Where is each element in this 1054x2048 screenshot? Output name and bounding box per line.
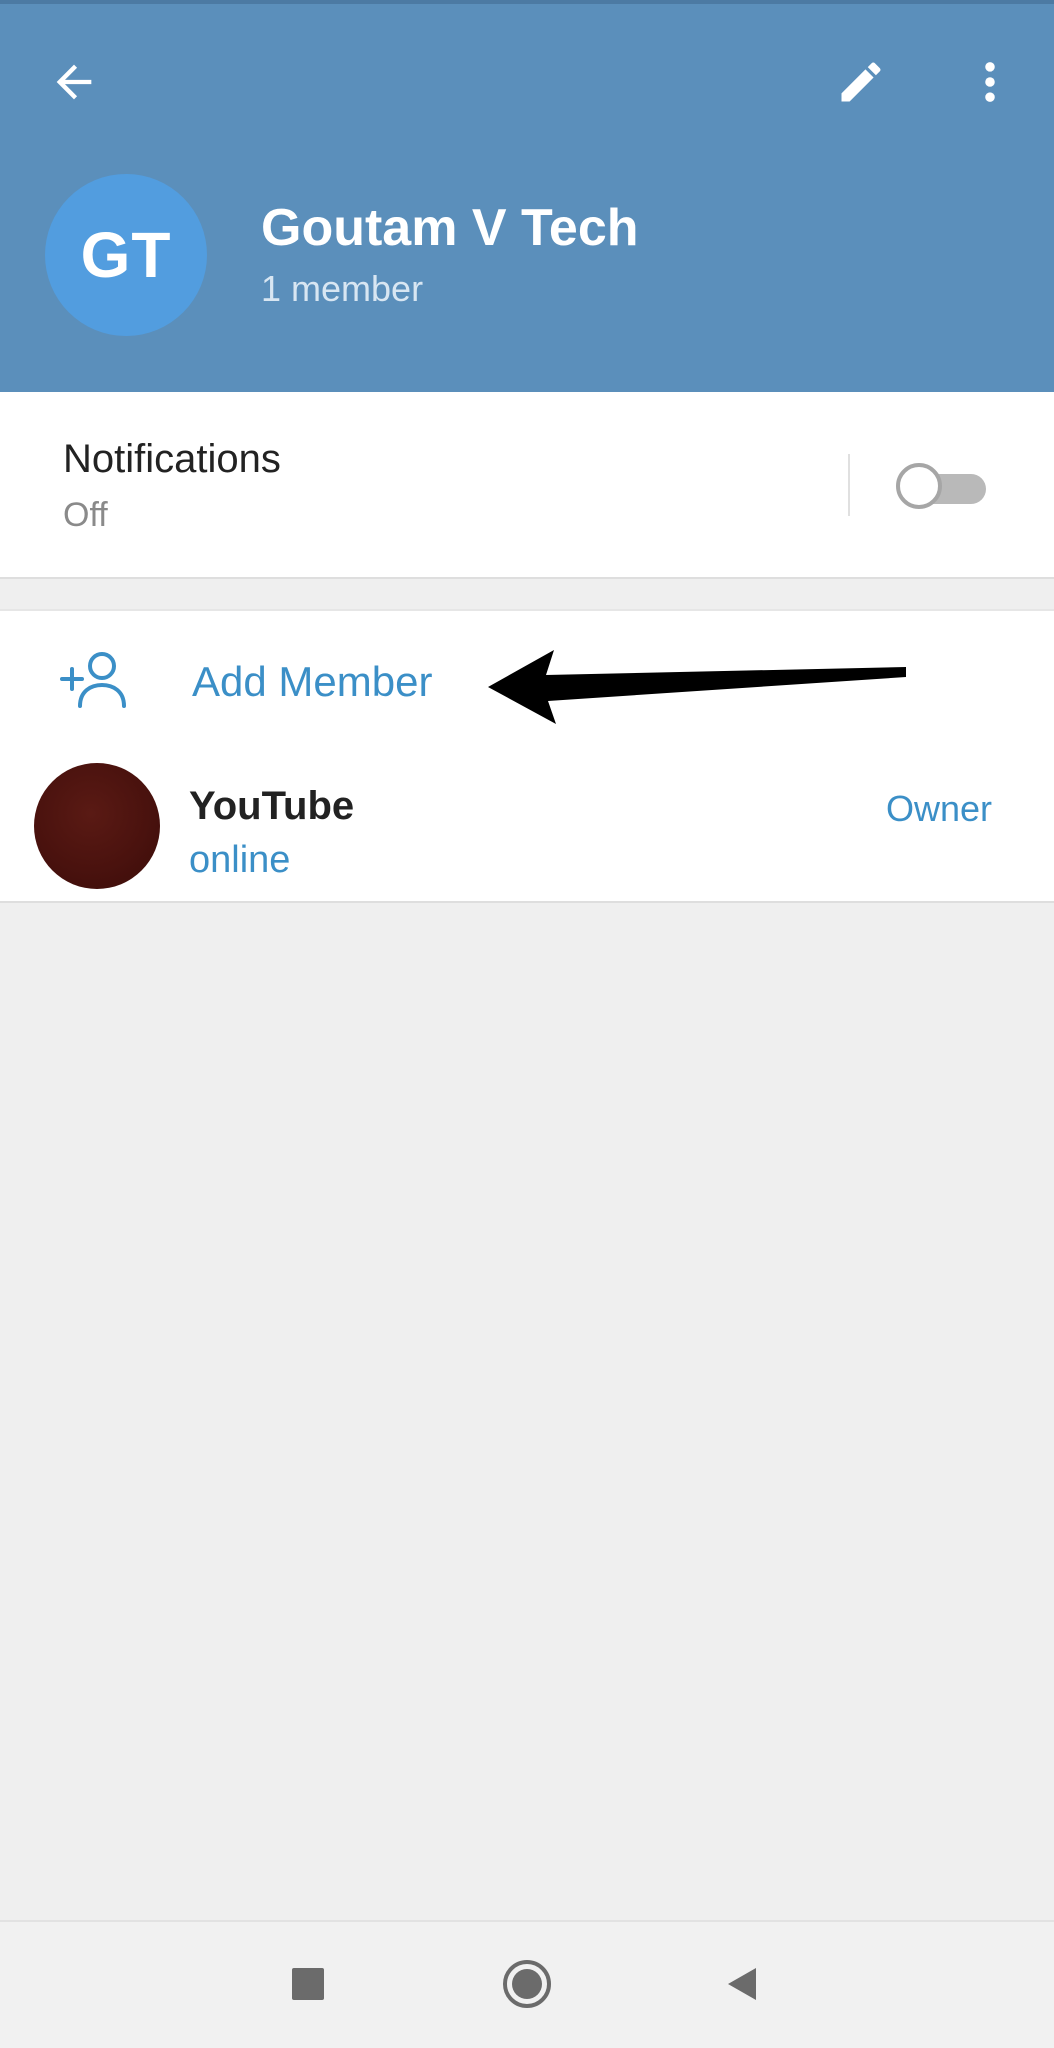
member-count: 1 member — [261, 268, 424, 309]
notifications-status: Off — [63, 496, 108, 534]
circle-home-icon — [503, 1960, 551, 2008]
notifications-toggle[interactable] — [896, 462, 992, 512]
notifications-label: Notifications — [63, 437, 281, 481]
system-navigation-bar — [0, 1920, 1054, 2048]
system-back-button[interactable] — [700, 1942, 784, 2026]
member-avatar — [34, 763, 160, 889]
arrow-left-annotation — [488, 650, 906, 724]
member-online-status: online — [189, 839, 291, 881]
add-member-button[interactable]: Add Member — [0, 611, 1054, 749]
back-button[interactable] — [26, 34, 122, 130]
group-avatar[interactable]: GT — [45, 174, 207, 336]
group-title: Goutam V Tech — [261, 199, 639, 257]
more-vertical-icon — [985, 62, 995, 102]
group-header: GT Goutam V Tech 1 member — [0, 0, 1054, 392]
members-section: Add Member YouTube online Owner — [0, 609, 1054, 903]
add-person-icon — [60, 652, 126, 708]
member-role-badge: Owner — [885, 788, 992, 829]
group-avatar-initials: GT — [80, 219, 172, 291]
triangle-back-icon — [728, 1968, 756, 2000]
add-member-label: Add Member — [192, 658, 433, 705]
member-name: YouTube — [189, 784, 355, 828]
member-list-item[interactable]: YouTube online Owner — [0, 749, 1054, 901]
recents-button[interactable] — [266, 1942, 350, 2026]
edit-button[interactable] — [813, 34, 909, 130]
arrow-back-icon — [56, 64, 92, 100]
toggle-knob — [896, 463, 942, 509]
more-options-button[interactable] — [942, 34, 1038, 130]
home-button[interactable] — [485, 1942, 569, 2026]
pencil-icon — [841, 62, 881, 102]
notifications-divider — [848, 454, 850, 516]
square-recents-icon — [292, 1968, 324, 2000]
notifications-row[interactable]: Notifications Off — [0, 392, 1054, 579]
